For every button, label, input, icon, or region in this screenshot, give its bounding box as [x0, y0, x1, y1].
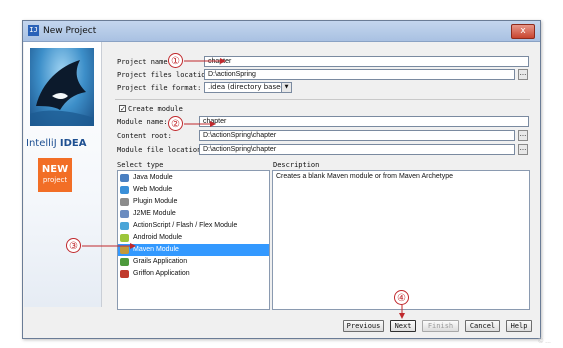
- callout-2: ②: [168, 116, 183, 131]
- annotation-overlay: [82, 58, 405, 319]
- callout-3: ③: [66, 238, 81, 253]
- callout-2-arrowhead: [210, 121, 216, 127]
- callout-4-arrowhead: [399, 313, 405, 319]
- callout-4: ④: [394, 290, 409, 305]
- callout-3-arrowhead: [130, 243, 136, 249]
- callout-1: ①: [168, 53, 183, 68]
- callout-1-arrowhead: [220, 58, 226, 64]
- watermark: © ...: [538, 338, 551, 345]
